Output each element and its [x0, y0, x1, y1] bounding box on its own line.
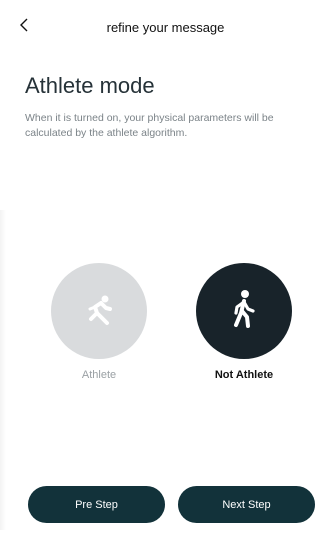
not-athlete-circle — [196, 263, 292, 359]
pre-step-button[interactable]: Pre Step — [28, 486, 165, 523]
athlete-option[interactable]: Athlete — [51, 263, 147, 381]
not-athlete-label: Not Athlete — [214, 369, 274, 381]
section-description: When it is turned on, your physical para… — [25, 112, 274, 139]
page-title: refine your message — [106, 20, 225, 35]
athlete-label: Athlete — [81, 369, 117, 381]
next-step-button[interactable]: Next Step — [178, 486, 315, 523]
left-edge-shadow — [0, 210, 6, 530]
walking-person-icon — [224, 287, 264, 336]
not-athlete-option[interactable]: Not Athlete — [196, 263, 292, 381]
athlete-circle — [51, 263, 147, 359]
section-heading: Athlete mode — [25, 73, 155, 98]
running-person-icon — [79, 289, 119, 334]
top-bar: refine your message — [0, 0, 331, 56]
